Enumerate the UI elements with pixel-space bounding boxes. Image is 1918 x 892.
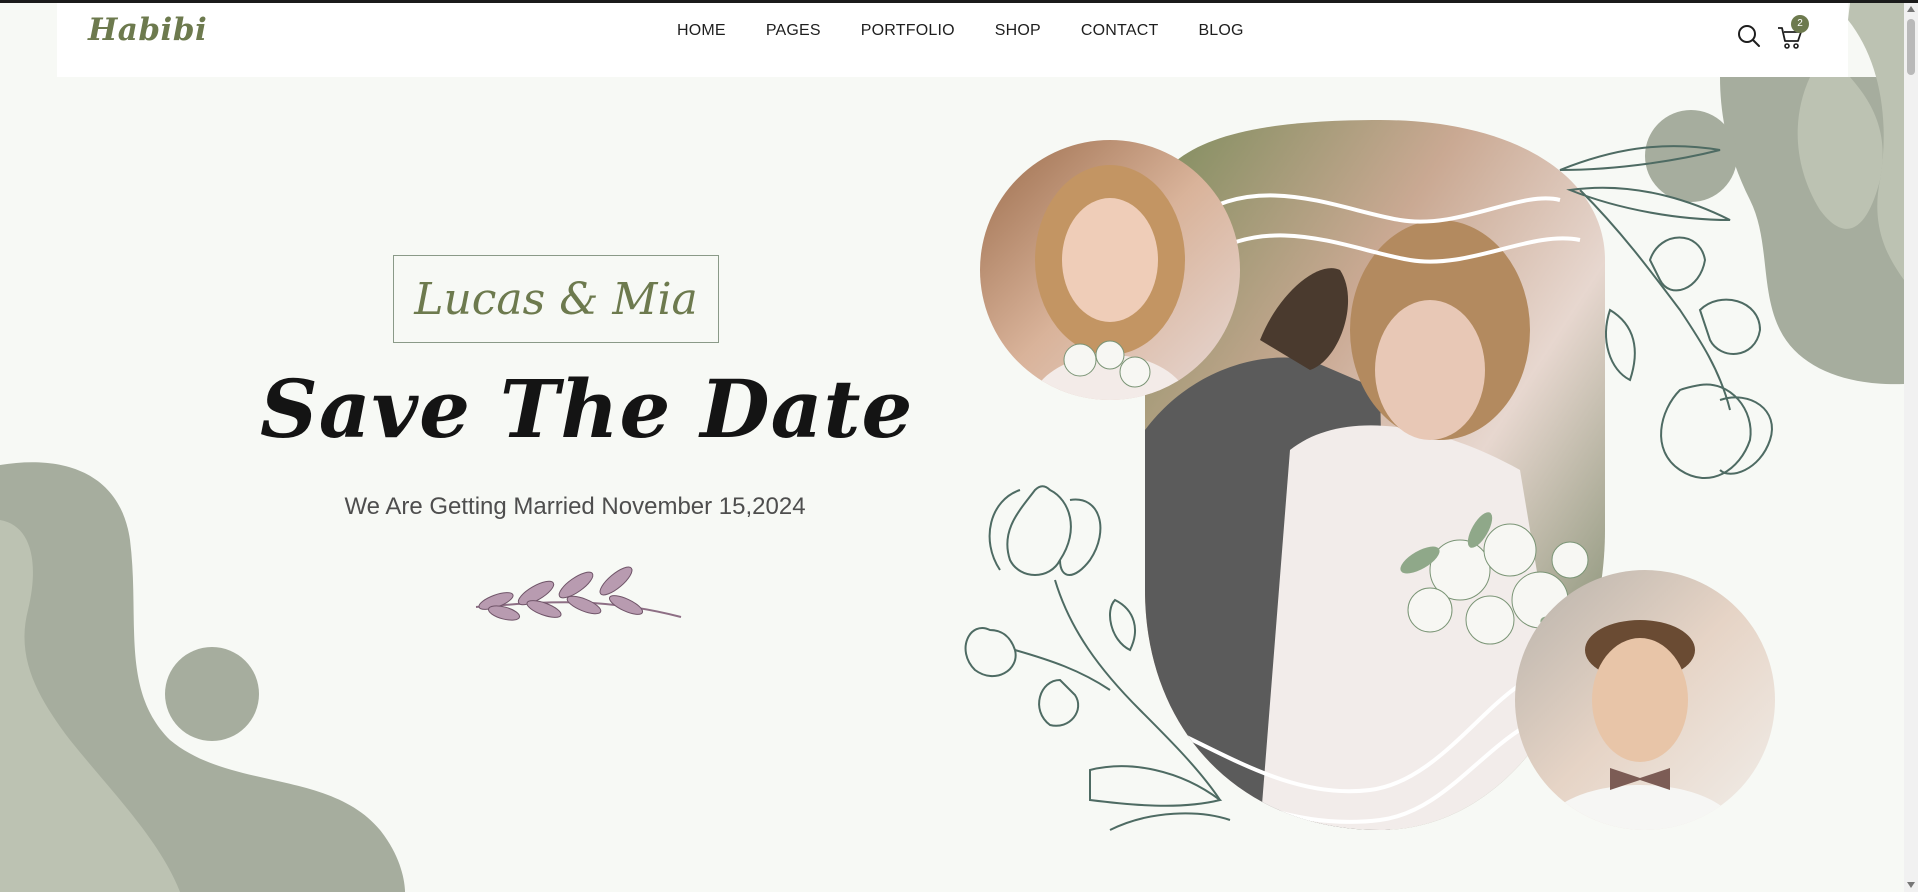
cart-count-badge: 2: [1791, 15, 1809, 33]
nav-item-home[interactable]: HOME: [677, 22, 726, 40]
photo-collage: [964, 120, 1775, 831]
scrollbar-thumb[interactable]: [1907, 19, 1915, 75]
site-logo[interactable]: Habibi: [88, 12, 207, 48]
site-header: Habibi HOME PAGES PORTFOLIO SHOP CONTACT…: [57, 3, 1848, 77]
left-dot: [165, 647, 259, 741]
nav-item-shop[interactable]: SHOP: [995, 22, 1041, 40]
couple-names: Lucas & Mia: [414, 273, 698, 325]
nav-item-contact[interactable]: CONTACT: [1081, 22, 1159, 40]
groom-photo: [1515, 570, 1775, 830]
bride-photo: [980, 140, 1240, 400]
hero-subline: We Are Getting Married November 15,2024: [344, 493, 806, 520]
leaf-sprig-ornament: [475, 566, 682, 621]
hero-headline: Save The Date: [260, 362, 914, 456]
page-scrollbar[interactable]: [1904, 3, 1918, 892]
nav-item-blog[interactable]: BLOG: [1198, 22, 1243, 40]
header-actions: 2: [1736, 15, 1809, 55]
main-nav: HOME PAGES PORTFOLIO SHOP CONTACT BLOG: [677, 22, 1284, 40]
scroll-up-arrow-icon[interactable]: [1907, 6, 1915, 12]
scroll-down-arrow-icon[interactable]: [1907, 882, 1915, 888]
nav-item-portfolio[interactable]: PORTFOLIO: [861, 22, 955, 40]
nav-item-pages[interactable]: PAGES: [766, 22, 821, 40]
couple-names-frame: Lucas & Mia: [393, 255, 719, 343]
search-icon[interactable]: [1736, 23, 1762, 49]
